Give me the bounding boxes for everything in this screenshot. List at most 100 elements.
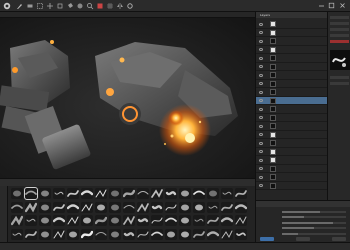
brush-thumbnail[interactable] bbox=[221, 188, 233, 199]
brush-thumbnail[interactable] bbox=[179, 188, 191, 199]
layer-row[interactable] bbox=[256, 54, 328, 63]
settings-button[interactable] bbox=[296, 237, 310, 241]
settings-icon[interactable] bbox=[126, 2, 134, 10]
brush-thumbnail[interactable] bbox=[123, 228, 135, 240]
brush-thumbnail[interactable] bbox=[137, 215, 149, 226]
brush-thumbnail[interactable] bbox=[165, 201, 177, 213]
brush-thumbnail[interactable] bbox=[95, 188, 107, 199]
settings-button-primary[interactable] bbox=[260, 237, 274, 241]
property-field[interactable] bbox=[330, 28, 349, 31]
brush-thumbnail[interactable] bbox=[235, 188, 247, 199]
brush-thumbnail[interactable] bbox=[53, 201, 65, 213]
visibility-eye-icon[interactable] bbox=[259, 184, 263, 187]
layer-row[interactable] bbox=[256, 96, 328, 105]
property-field[interactable] bbox=[330, 76, 349, 79]
brush-thumbnail[interactable] bbox=[109, 228, 121, 240]
brush-shelf-sidebar[interactable] bbox=[0, 186, 8, 243]
layer-row[interactable] bbox=[256, 148, 328, 156]
layer-row[interactable] bbox=[256, 29, 328, 37]
brush-thumbnail[interactable] bbox=[137, 228, 149, 240]
brush-thumbnail[interactable] bbox=[193, 188, 205, 199]
warning-field[interactable] bbox=[330, 40, 349, 43]
brush-thumbnail[interactable] bbox=[221, 228, 233, 240]
brush-thumbnail[interactable] bbox=[123, 188, 135, 199]
brush-thumbnail[interactable] bbox=[151, 188, 163, 199]
app-logo-icon[interactable] bbox=[3, 2, 11, 10]
layer-row[interactable] bbox=[256, 63, 328, 71]
brush-thumbnail[interactable] bbox=[207, 201, 219, 213]
brush-thumbnail[interactable] bbox=[221, 201, 233, 213]
brush-thumbnail[interactable] bbox=[25, 201, 37, 213]
brush-thumbnail[interactable] bbox=[207, 215, 219, 226]
visibility-eye-icon[interactable] bbox=[259, 150, 263, 153]
brush-thumbnail[interactable] bbox=[193, 201, 205, 213]
brush-thumbnail[interactable] bbox=[39, 188, 51, 199]
brush-thumbnail[interactable] bbox=[179, 228, 191, 240]
canvas-viewport[interactable] bbox=[0, 18, 255, 178]
brush-thumbnail[interactable] bbox=[67, 215, 79, 226]
visibility-eye-icon[interactable] bbox=[259, 65, 263, 68]
brush-thumbnail[interactable] bbox=[39, 228, 51, 240]
property-field[interactable] bbox=[330, 16, 349, 19]
brush-thumbnail[interactable] bbox=[235, 228, 247, 240]
close-icon[interactable] bbox=[339, 2, 346, 9]
visibility-eye-icon[interactable] bbox=[259, 116, 263, 119]
brush-thumbnail[interactable] bbox=[11, 215, 23, 226]
visibility-eye-icon[interactable] bbox=[259, 22, 263, 26]
layer-row[interactable] bbox=[256, 71, 328, 80]
layer-row[interactable] bbox=[256, 88, 328, 97]
zoom-icon[interactable] bbox=[86, 2, 94, 10]
brush-thumbnail[interactable] bbox=[207, 228, 219, 240]
visibility-eye-icon[interactable] bbox=[259, 133, 263, 136]
setting-slider[interactable] bbox=[282, 232, 346, 235]
brush-thumbnail[interactable] bbox=[81, 201, 93, 213]
layer-row[interactable] bbox=[256, 122, 328, 131]
visibility-eye-icon[interactable] bbox=[259, 158, 263, 162]
visibility-eye-icon[interactable] bbox=[259, 56, 263, 60]
minimize-icon[interactable] bbox=[318, 2, 325, 9]
brush-thumbnail[interactable] bbox=[123, 201, 135, 213]
brush-thumbnail[interactable] bbox=[123, 215, 135, 226]
brush-thumbnail[interactable] bbox=[67, 228, 79, 240]
brush-thumbnail[interactable] bbox=[235, 215, 247, 226]
settings-button[interactable] bbox=[332, 237, 346, 241]
brush-thumbnail[interactable] bbox=[25, 228, 37, 240]
brush-thumbnail[interactable] bbox=[165, 188, 177, 199]
brush-thumbnail[interactable] bbox=[24, 187, 38, 200]
layer-row[interactable] bbox=[256, 114, 328, 122]
brush-thumbnail[interactable] bbox=[53, 215, 65, 226]
symmetry-icon[interactable] bbox=[116, 2, 124, 10]
brush-thumbnail[interactable] bbox=[207, 188, 219, 199]
fill-icon[interactable] bbox=[66, 2, 74, 10]
setting-slider[interactable] bbox=[282, 227, 346, 229]
visibility-eye-icon[interactable] bbox=[259, 39, 263, 43]
layer-row[interactable] bbox=[256, 105, 328, 114]
layer-row[interactable] bbox=[256, 165, 328, 173]
setting-slider[interactable] bbox=[282, 221, 346, 224]
visibility-eye-icon[interactable] bbox=[259, 99, 263, 102]
select-icon[interactable] bbox=[36, 2, 44, 10]
brush-thumbnail[interactable] bbox=[179, 201, 191, 213]
transform-icon[interactable] bbox=[56, 2, 64, 10]
brush-thumbnail[interactable] bbox=[95, 228, 107, 240]
property-field[interactable] bbox=[330, 34, 349, 37]
brush-thumbnail[interactable] bbox=[11, 188, 23, 199]
visibility-eye-icon[interactable] bbox=[259, 73, 263, 77]
brush-thumbnail[interactable] bbox=[67, 201, 79, 213]
brush-thumbnail[interactable] bbox=[193, 215, 205, 226]
brush-thumbnail[interactable] bbox=[11, 228, 23, 240]
navigator-preview[interactable] bbox=[330, 50, 350, 70]
brush-thumbnail[interactable] bbox=[81, 215, 93, 226]
brush-thumbnail[interactable] bbox=[193, 228, 205, 240]
layer-row[interactable] bbox=[256, 173, 328, 182]
visibility-eye-icon[interactable] bbox=[259, 107, 263, 111]
brush-tool-icon[interactable] bbox=[16, 2, 24, 10]
brush-thumbnail[interactable] bbox=[95, 215, 107, 226]
visibility-eye-icon[interactable] bbox=[259, 82, 263, 85]
visibility-eye-icon[interactable] bbox=[259, 31, 263, 34]
brush-thumbnail[interactable] bbox=[179, 215, 191, 226]
brush-thumbnail[interactable] bbox=[39, 201, 51, 213]
brush-thumbnail[interactable] bbox=[81, 228, 93, 240]
layer-row[interactable] bbox=[256, 20, 328, 29]
eraser-icon[interactable] bbox=[26, 2, 34, 10]
